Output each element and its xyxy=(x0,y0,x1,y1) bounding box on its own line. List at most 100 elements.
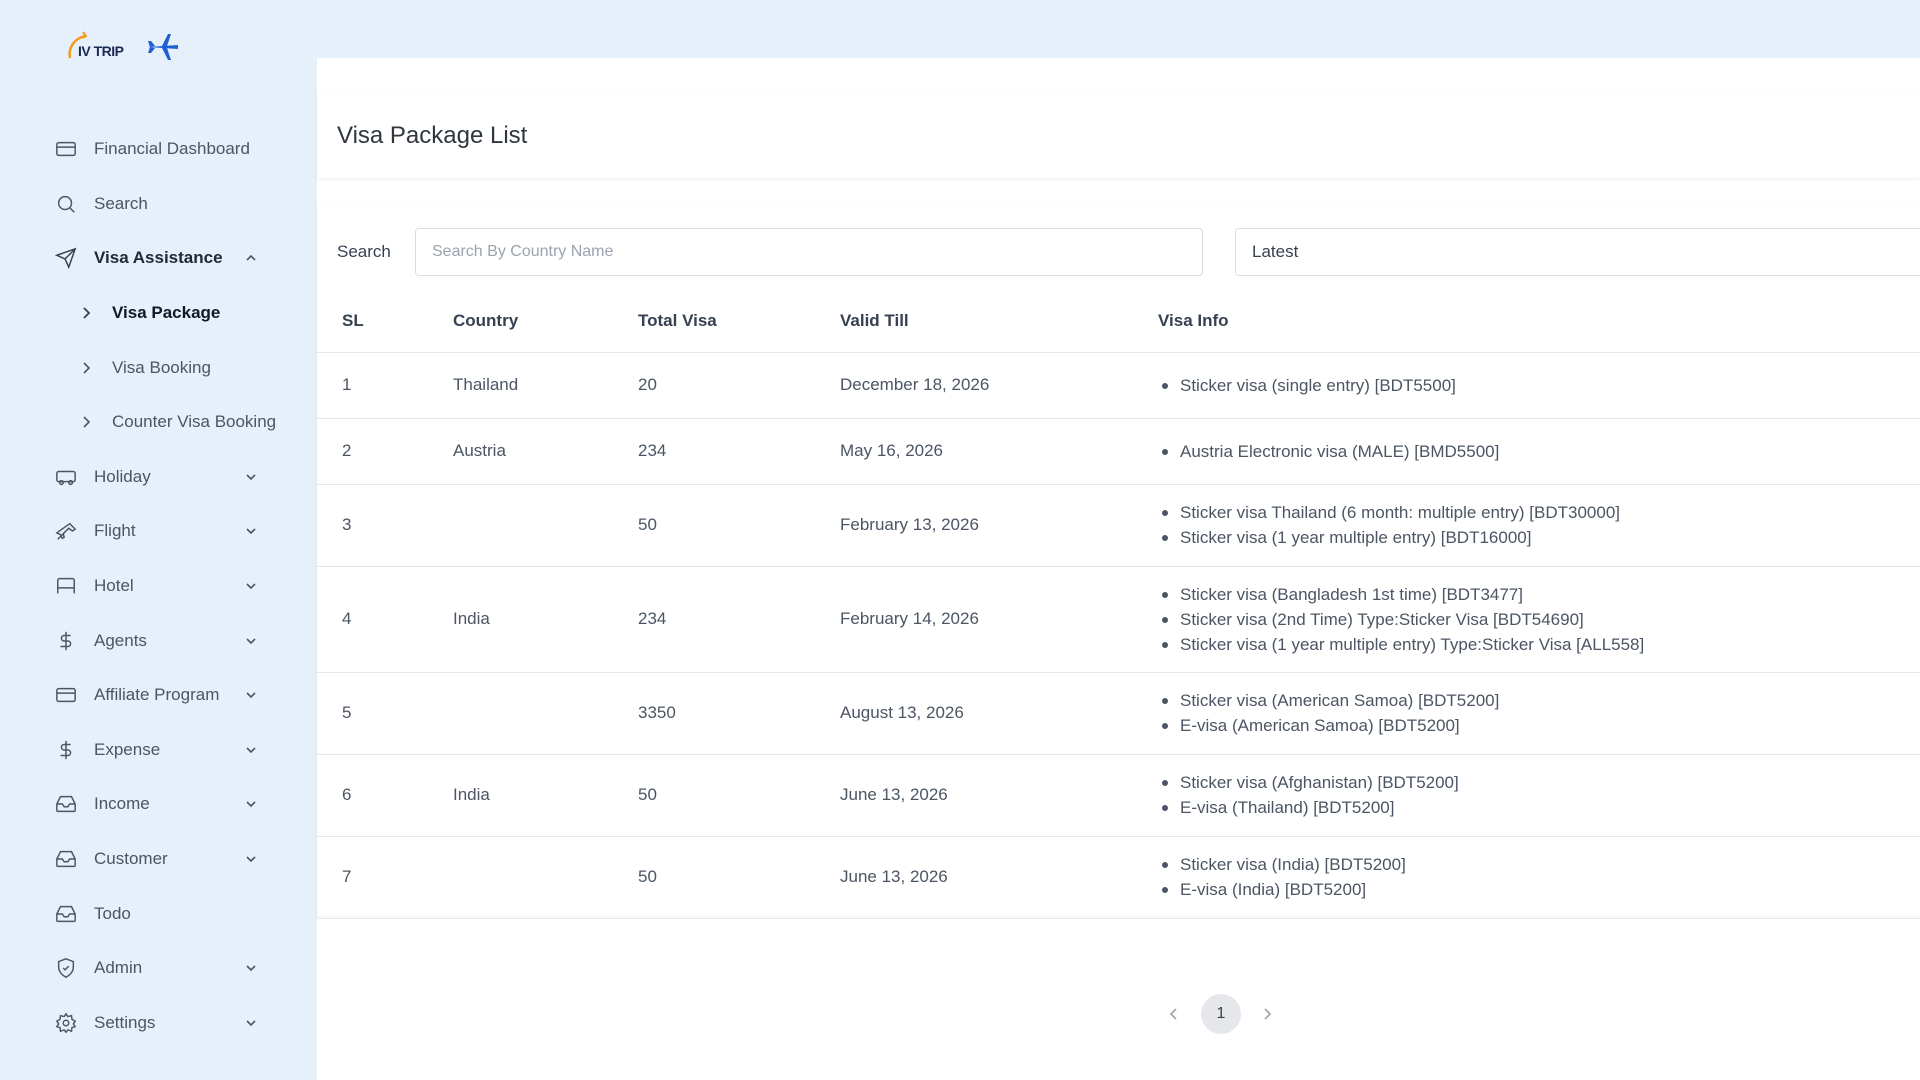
chevron-down-icon xyxy=(246,583,256,590)
chevron-right-icon xyxy=(78,360,94,376)
visa-info-item: Sticker visa (2nd Time) Type:Sticker Vis… xyxy=(1158,607,1920,632)
sidebar-item-customer[interactable]: Customer xyxy=(0,832,315,887)
cell-sl: 3 xyxy=(317,484,453,567)
cell-valid-till: February 13, 2026 xyxy=(840,484,1158,567)
cell-country: Thailand xyxy=(453,352,638,419)
cell-country xyxy=(453,672,638,755)
header-country: Country xyxy=(453,290,638,353)
header-valid-till: Valid Till xyxy=(840,290,1158,353)
sidebar-subitem-visa-package[interactable]: Visa Package xyxy=(0,286,315,341)
next-page-button[interactable] xyxy=(1259,1006,1275,1027)
cell-sl: 4 xyxy=(317,566,453,673)
table-row: 7 50 June 13, 2026 Sticker visa (India) [BD… xyxy=(317,836,1920,919)
sidebar-item-income[interactable]: Income xyxy=(0,777,315,832)
visa-info-list: Sticker visa (American Samoa) [BDT5200] E… xyxy=(1158,688,1920,738)
sidebar-item-hotel[interactable]: Hotel xyxy=(0,559,315,614)
visa-info-list: Sticker visa (single entry) [BDT5500] xyxy=(1158,373,1920,398)
sidebar-item-admin[interactable]: Admin xyxy=(0,941,315,996)
cell-visa-info: Sticker visa (American Samoa) [BDT5200] E… xyxy=(1158,672,1920,755)
sidebar-item-agents[interactable]: Agents xyxy=(0,613,315,668)
visa-info-item: E-visa (India) [BDT5200] xyxy=(1158,877,1920,902)
cell-visa-info: Sticker visa (Bangladesh 1st time) [BDT3… xyxy=(1158,566,1920,673)
cell-country xyxy=(453,836,638,919)
cell-visa-info: Sticker visa (India) [BDT5200] E-visa (In… xyxy=(1158,836,1920,919)
header-visa-info: Visa Info xyxy=(1158,290,1920,353)
table-row: 3 50 February 13, 2026 Sticker visa Thailan… xyxy=(317,484,1920,567)
sidebar-item-label: Visa Assistance xyxy=(94,248,223,268)
cell-total-visa: 234 xyxy=(638,418,840,485)
sidebar-item-todo[interactable]: Todo xyxy=(0,886,315,941)
card-icon xyxy=(54,137,78,161)
sidebar-item-label: Visa Package xyxy=(112,303,221,323)
page-button-current[interactable]: 1 xyxy=(1201,994,1241,1034)
visa-info-list: Sticker visa (Bangladesh 1st time) [BDT3… xyxy=(1158,582,1920,657)
visa-info-list: Sticker visa (Afghanistan) [BDT5200] E-vi… xyxy=(1158,770,1920,820)
sidebar-item-label: Customer xyxy=(94,849,168,869)
page-title: Visa Package List xyxy=(337,122,528,149)
visa-info-item: Sticker visa (American Samoa) [BDT5200] xyxy=(1158,688,1920,713)
chevron-right-icon xyxy=(78,414,94,430)
chevron-up-icon xyxy=(246,255,256,262)
sidebar-item-label: Todo xyxy=(94,903,131,923)
cell-valid-till: February 14, 2026 xyxy=(840,566,1158,673)
sidebar-item-label: Admin xyxy=(94,958,143,978)
sidebar-item-affiliate-program[interactable]: Affiliate Program xyxy=(0,668,315,723)
chevron-down-icon xyxy=(246,474,256,480)
prev-page-button[interactable] xyxy=(1166,1006,1182,1027)
cell-total-visa: 50 xyxy=(638,836,840,919)
sidebar-item-flight[interactable]: Flight xyxy=(0,504,315,559)
sidebar-item-label: Visa Booking xyxy=(112,357,211,377)
sidebar-item-label: Expense xyxy=(94,739,161,759)
sidebar-item-expense[interactable]: Expense xyxy=(0,723,315,778)
cell-country: Austria xyxy=(453,418,638,485)
cell-visa-info: Austria Electronic visa (MALE) [BMD5500] xyxy=(1158,418,1920,485)
plane-icon xyxy=(54,519,78,543)
gear-icon xyxy=(54,1011,78,1035)
visa-info-list: Austria Electronic visa (MALE) [BMD5500] xyxy=(1158,439,1920,464)
search-input[interactable] xyxy=(415,228,1203,276)
card-icon xyxy=(54,683,78,707)
search-icon xyxy=(54,192,78,216)
visa-info-item: Austria Electronic visa (MALE) [BMD5500] xyxy=(1158,439,1920,464)
sidebar-item-label: Search xyxy=(94,193,148,213)
sidebar-item-label: Counter Visa Booking xyxy=(112,412,277,432)
cell-total-visa: 3350 xyxy=(638,672,840,755)
sidebar-item-visa-assistance[interactable]: Visa Assistance xyxy=(0,231,315,286)
sort-select-value: Latest xyxy=(1252,242,1299,261)
chevron-down-icon xyxy=(246,965,256,972)
cell-total-visa: 20 xyxy=(638,352,840,419)
sidebar-item-label: Settings xyxy=(94,1012,156,1032)
table-row: 4 India 234 February 14, 2026 Sticker visa (… xyxy=(317,566,1920,673)
logo-text: IV TRIP xyxy=(78,43,124,59)
sidebar-subitem-visa-booking[interactable]: Visa Booking xyxy=(0,340,315,395)
filter-row: Search Latest xyxy=(317,228,1920,278)
chevron-right-icon xyxy=(78,305,94,321)
cell-sl: 2 xyxy=(317,418,453,485)
sort-select[interactable]: Latest xyxy=(1235,228,1920,276)
sidebar-nav: Financial Dashboard Search Visa Assistan… xyxy=(0,122,315,1050)
dollar-icon xyxy=(54,738,78,762)
cell-visa-info: Sticker visa (single entry) [BDT5500] xyxy=(1158,352,1920,419)
logo-swoosh-icon: IV TRIP xyxy=(64,28,134,68)
sidebar-item-search[interactable]: Search xyxy=(0,177,315,232)
sidebar-item-label: Financial Dashboard xyxy=(94,139,250,159)
visa-package-table: SL Country Total Visa Valid Till Visa In… xyxy=(317,290,1920,919)
visa-info-list: Sticker visa Thailand (6 month: multiple… xyxy=(1158,500,1920,550)
sidebar-item-label: Flight xyxy=(94,521,136,541)
shield-icon xyxy=(54,956,78,980)
cell-country: India xyxy=(453,754,638,837)
cell-total-visa: 50 xyxy=(638,754,840,837)
bed-icon xyxy=(54,574,78,598)
search-label: Search xyxy=(337,242,391,261)
cell-valid-till: August 13, 2026 xyxy=(840,672,1158,755)
sidebar-item-holiday[interactable]: Holiday xyxy=(0,450,315,505)
sidebar-item-financial-dashboard[interactable]: Financial Dashboard xyxy=(0,122,315,177)
bus-icon xyxy=(54,465,78,489)
chevron-down-icon xyxy=(246,638,256,644)
sidebar-item-settings[interactable]: Settings xyxy=(0,996,315,1051)
chevron-down-icon xyxy=(246,801,256,808)
sidebar-subitem-counter-visa-booking[interactable]: Counter Visa Booking xyxy=(0,395,315,450)
sidebar-item-label: Agents xyxy=(94,630,147,650)
sidebar-item-label: Hotel xyxy=(94,576,134,596)
brand-logo[interactable]: IV TRIP xyxy=(64,26,194,70)
